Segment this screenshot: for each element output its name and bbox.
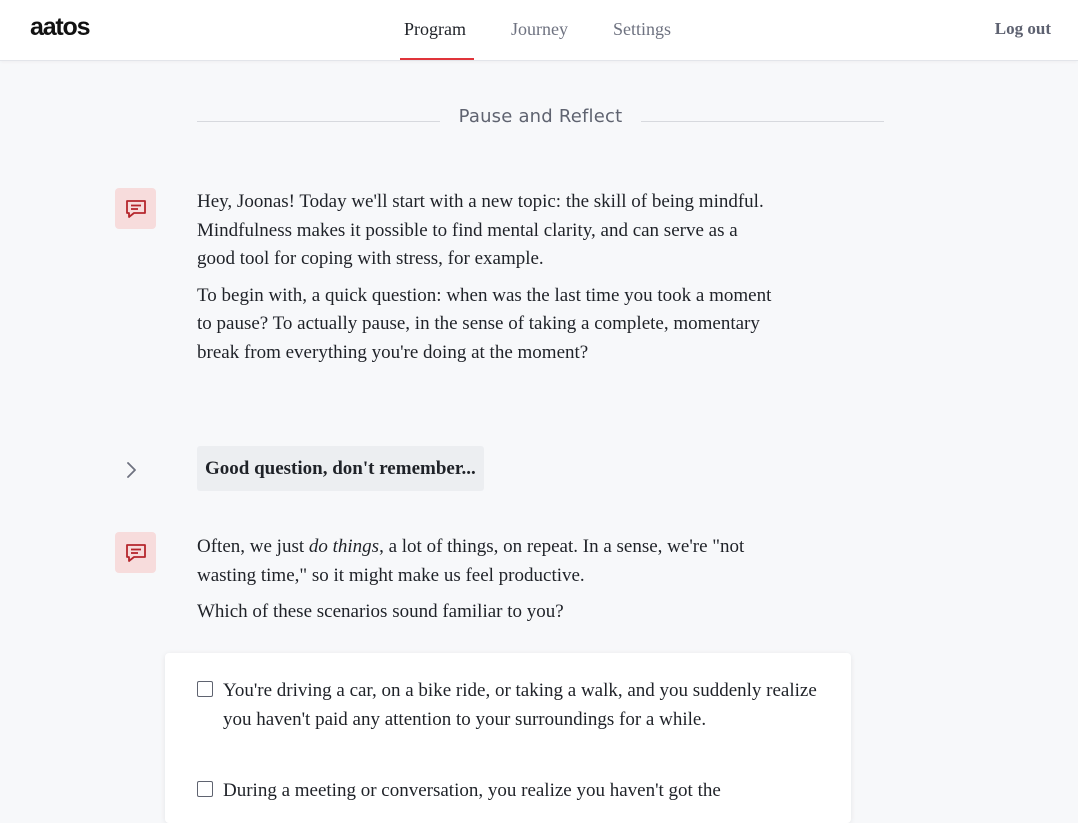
text-segment: Often, we just — [197, 536, 309, 557]
logout-link[interactable]: Log out — [995, 19, 1051, 39]
aatos-logo[interactable]: aatos — [30, 13, 91, 42]
message-paragraph: Which of these scenarios sound familiar … — [197, 601, 564, 623]
emphasis-text: do things — [308, 536, 380, 557]
bot-message: Often, we just do things, a lot of thing… — [197, 533, 777, 635]
message-paragraph: Often, we just do things, a lot of thing… — [197, 533, 777, 590]
section-title: Pause and Reflect — [458, 106, 623, 127]
top-navigation-bar: aatos Program Journey Settings Log out — [0, 0, 1078, 61]
tab-journey[interactable]: Journey — [511, 19, 568, 40]
option-checkbox[interactable] — [197, 781, 213, 797]
option-checkbox[interactable] — [197, 681, 213, 697]
bot-avatar — [115, 188, 156, 229]
divider-right — [641, 121, 884, 122]
option-label: You're driving a car, on a bike ride, or… — [223, 680, 817, 730]
user-reply-bubble[interactable]: Good question, don't remember... — [197, 446, 484, 491]
message-paragraph: Hey, Joonas! Today we'll start with a ne… — [197, 191, 764, 270]
tab-program[interactable]: Program — [404, 19, 466, 40]
option-label: During a meeting or conversation, you re… — [223, 780, 721, 801]
bot-avatar — [115, 532, 156, 573]
active-tab-indicator — [400, 58, 474, 60]
message-paragraph: To begin with, a quick question: when wa… — [197, 284, 772, 363]
scenario-option[interactable]: You're driving a car, on a bike ride, or… — [197, 653, 827, 734]
tab-settings[interactable]: Settings — [613, 19, 671, 40]
chat-message-icon — [125, 543, 146, 562]
bot-message: Hey, Joonas! Today we'll start with a ne… — [197, 188, 777, 376]
chat-message-icon — [125, 199, 146, 218]
scenario-options-card: You're driving a car, on a bike ride, or… — [165, 653, 851, 823]
section-header: Pause and Reflect — [197, 106, 884, 134]
chevron-right-icon — [127, 462, 136, 478]
scenario-option[interactable]: During a meeting or conversation, you re… — [197, 753, 827, 806]
